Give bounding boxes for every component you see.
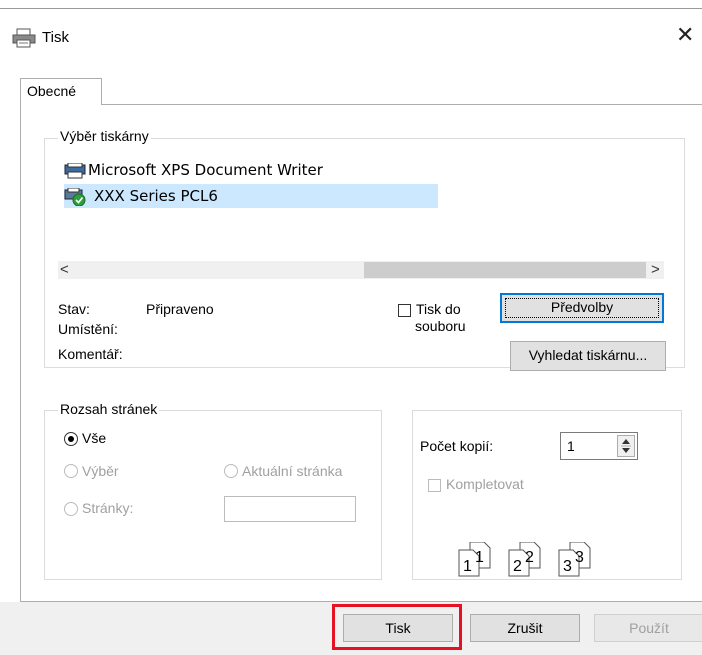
radio-selected-dot: [68, 436, 74, 442]
apply-button[interactable]: Použít: [594, 614, 702, 642]
print-button[interactable]: Tisk: [343, 614, 453, 642]
collate-checkbox[interactable]: [428, 479, 441, 492]
radio-selection-label[interactable]: Výběr: [82, 463, 119, 479]
stepper-arrows-icon: [621, 439, 631, 453]
collate-illustration: 1 1 2 2 3 3: [458, 538, 608, 578]
default-printer-icon: [64, 188, 86, 206]
status-value: Připraveno: [146, 301, 214, 317]
printer-name-xxx-series: XXX Series PCL6: [94, 187, 218, 205]
copies-value: 1: [567, 438, 575, 454]
page-range-legend: Rozsah stránek: [58, 401, 160, 417]
page-number-back: 1: [475, 549, 484, 566]
window-top-border: [0, 8, 702, 9]
page-number-back: 3: [575, 549, 584, 566]
collate-label[interactable]: Kompletovat: [446, 476, 524, 492]
pages-input[interactable]: [224, 496, 356, 522]
printer-item-xps[interactable]: Microsoft XPS Document Writer: [64, 160, 364, 182]
scrollbar-thumb[interactable]: [364, 262, 646, 278]
printer-selection-legend: Výběr tiskárny: [58, 128, 151, 144]
printer-icon: [12, 28, 36, 48]
page-stack-3: 3 3: [558, 542, 591, 577]
print-to-file-checkbox[interactable]: [398, 304, 411, 317]
stepper-buttons[interactable]: [617, 435, 635, 457]
radio-selection[interactable]: [64, 464, 78, 478]
page-number-front: 1: [463, 558, 472, 575]
copies-label: Počet kopií:: [420, 438, 494, 454]
printer-item-xxx-series[interactable]: XXX Series PCL6: [64, 184, 438, 208]
cancel-button[interactable]: Zrušit: [470, 614, 580, 642]
radio-pages[interactable]: [64, 502, 78, 516]
find-printer-button[interactable]: Vyhledat tiskárnu...: [510, 341, 666, 371]
page-number-front: 3: [563, 558, 572, 575]
focus-rect: [505, 298, 659, 318]
page-stack-1: 1 1: [458, 542, 491, 577]
scroll-right-arrow-icon[interactable]: >: [651, 261, 660, 278]
status-label: Stav:: [58, 301, 90, 317]
radio-all[interactable]: [64, 432, 78, 446]
copies-stepper[interactable]: 1: [560, 432, 638, 460]
xps-printer-icon: [64, 163, 86, 179]
location-label: Umístění:: [58, 321, 118, 337]
scroll-left-arrow-icon[interactable]: <: [60, 261, 69, 278]
comment-label: Komentář:: [58, 346, 123, 362]
radio-current-page[interactable]: [224, 464, 238, 478]
page-stack-2: 2 2: [508, 542, 541, 577]
radio-pages-label[interactable]: Stránky:: [82, 500, 133, 516]
tab-general[interactable]: Obecné: [20, 78, 102, 105]
page-number-back: 2: [525, 549, 534, 566]
printer-name-xps: Microsoft XPS Document Writer: [88, 161, 323, 179]
radio-all-label[interactable]: Vše: [82, 430, 106, 446]
window-title: Tisk: [42, 29, 69, 46]
print-to-file-label-1: Tisk do: [416, 301, 461, 317]
print-to-file-label-2: souboru: [415, 318, 466, 334]
preferences-button[interactable]: Předvolby: [500, 293, 664, 323]
close-icon[interactable]: ✕: [676, 24, 694, 46]
radio-current-page-label[interactable]: Aktuální stránka: [242, 463, 342, 479]
page-number-front: 2: [513, 558, 522, 575]
